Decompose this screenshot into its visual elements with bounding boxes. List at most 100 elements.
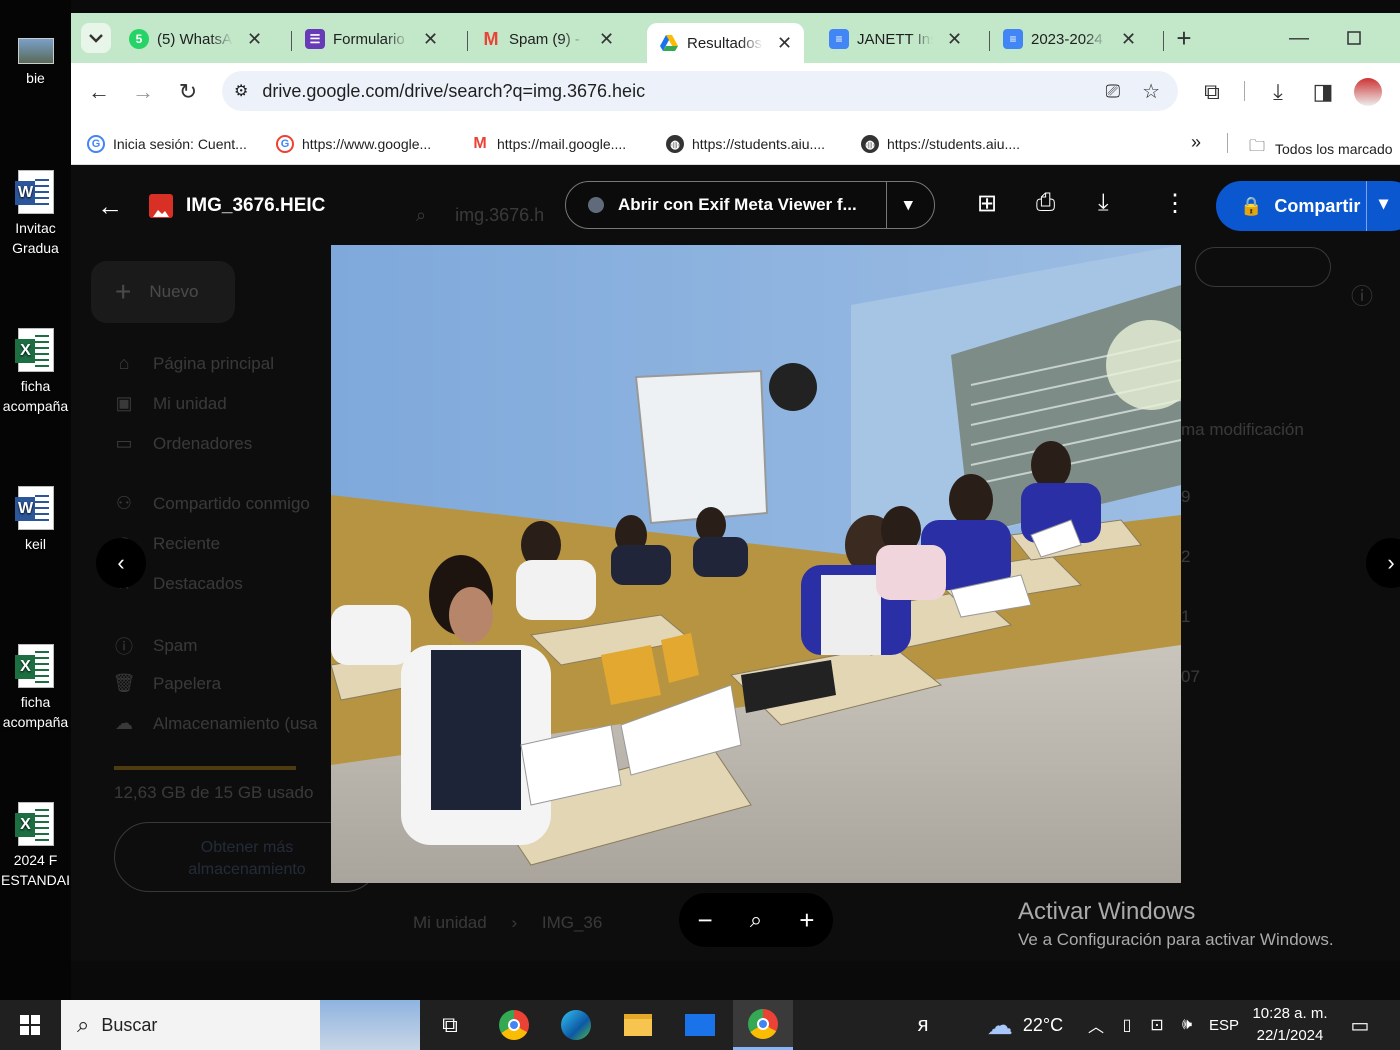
extensions-button[interactable]: ⧉ [1197,77,1227,107]
tab-docs-janett[interactable]: ≡ JANETT Instr ✕ [829,23,962,55]
star-icon[interactable]: ☆ [1142,79,1160,104]
tab-gmail[interactable]: M Spam (9) - br ✕ [481,23,615,55]
minimize-icon: — [1289,26,1309,49]
desktop-icon-excel[interactable]: X ficha acompaña [0,644,71,732]
close-icon[interactable]: ✕ [1121,29,1136,50]
reload-button[interactable]: ↻ [173,77,203,107]
people-button[interactable]: ᴙ [905,1000,941,1050]
site-info-icon[interactable]: ⚙ [234,81,248,101]
taskbar-search[interactable]: ⌕ Buscar [61,1000,420,1050]
bookmark-item[interactable]: G Inicia sesión: Cuent... [87,135,247,153]
nav-computers[interactable]: ▭ Ordenadores [111,433,252,454]
previous-button[interactable]: ‹ [96,538,146,588]
desktop-icon-excel[interactable]: X 2024 F ESTANDAI [0,802,71,890]
tab-title: 2023-2024 IN [1031,30,1107,48]
explorer-taskbar-button[interactable] [618,1000,658,1050]
column-header: ma modificación [1181,420,1304,439]
profile-avatar[interactable] [1354,78,1382,106]
chrome-taskbar-button[interactable] [494,1000,534,1050]
view-toggle[interactable] [1195,247,1331,287]
volume-icon[interactable]: 🕪 [1174,1000,1200,1050]
breadcrumb-item[interactable]: Mi unidad [413,913,487,932]
zoom-reset-button[interactable]: ⌕ [750,907,762,933]
desktop-icon-label: Gradua [12,240,59,256]
bookmark-item[interactable]: ◍ https://students.aiu.... [861,135,1020,153]
caret-down-icon[interactable]: ▾ [1379,193,1388,214]
nav-spam[interactable]: ⓘ Spam [111,633,197,659]
home-icon: ⌂ [118,353,130,373]
install-app-icon[interactable]: ⎚ [1106,81,1120,102]
excel-file-icon: X [14,644,54,688]
image-file-icon [149,194,173,218]
tab-drive-results[interactable]: Resultados d ✕ [647,23,805,63]
notifications-button[interactable]: ▭ [1340,1000,1380,1050]
close-icon[interactable]: ✕ [599,29,614,50]
edge-taskbar-button[interactable] [556,1000,596,1050]
print-icon: ⎙ [1036,189,1056,216]
plus-icon: + [1176,22,1192,53]
nav-shared[interactable]: ⚇ Compartido conmigo [111,493,310,514]
address-bar[interactable]: ⚙ drive.google.com/drive/search?q=img.36… [222,71,1178,111]
task-view-button[interactable]: ⧉ [430,1000,470,1050]
side-panel-button[interactable]: ◨ [1308,77,1338,107]
bookmark-item[interactable]: ◍ https://students.aiu.... [666,135,825,153]
chevron-down-icon [89,34,103,43]
print-button[interactable]: ⎙ [1036,189,1055,217]
more-options-button[interactable]: ⋮ [1163,189,1187,218]
url-text[interactable]: drive.google.com/drive/search?q=img.3676… [262,81,645,102]
mail-taskbar-button[interactable] [680,1000,720,1050]
all-bookmarks-button[interactable]: 🗀 Todos los marcado [1249,135,1393,162]
add-comment-button[interactable]: ⊞ [977,189,997,218]
open-with-button[interactable]: Abrir con Exif Meta Viewer f... ▾ [565,181,935,229]
file-row-date: 9 [1181,487,1191,506]
chrome-active-taskbar-button[interactable] [733,1000,793,1050]
close-icon[interactable]: ✕ [777,33,792,54]
nav-label: Reciente [153,533,221,553]
close-icon[interactable]: ✕ [247,29,262,50]
tab-forms[interactable]: ☰ Formulario d ✕ [305,23,438,55]
tab-separator [291,31,292,51]
back-button[interactable]: ← [84,77,114,107]
downloads-button[interactable]: ⤓ [1263,77,1293,107]
new-tab-button[interactable]: + [1169,23,1199,53]
file-row-date: 1 [1181,607,1191,626]
nav-my-drive[interactable]: ▣ Mi unidad [111,393,226,414]
forward-button[interactable]: → [128,77,158,107]
desktop-icon-word[interactable]: W Invitac Gradua [0,170,71,258]
network-icon[interactable]: ⊡ [1144,1000,1170,1050]
nav-storage[interactable]: ☁ Almacenamiento (usa [111,713,317,734]
close-icon[interactable]: ✕ [947,29,962,50]
zoom-in-button[interactable]: + [799,905,814,936]
maximize-button[interactable] [1339,23,1369,53]
new-button[interactable]: + Nuevo [91,261,235,323]
close-icon[interactable]: ✕ [423,29,438,50]
more-bookmarks-button[interactable]: » [1191,132,1201,153]
nav-trash[interactable]: 🗑 Papelera [111,673,222,694]
language-indicator[interactable]: ESP [1204,1000,1244,1050]
spam-icon: ⓘ [115,637,133,657]
info-icon[interactable]: ⓘ [1351,279,1373,311]
desktop-icon-word[interactable]: W keil [0,486,71,554]
tab-search-button[interactable] [81,23,111,53]
caret-down-icon[interactable]: ▾ [904,195,913,215]
desktop-icon-photo[interactable]: bie [0,38,71,88]
clock[interactable]: 10:28 a. m. 22/1/2024 [1250,1000,1330,1050]
taskbar-search-label: Buscar [101,1014,158,1035]
desktop-icon-excel[interactable]: X ficha acompaña [0,328,71,416]
battery-icon[interactable]: ▯ [1115,1000,1139,1050]
breadcrumb-item[interactable]: IMG_36 [542,913,602,932]
weather-widget[interactable]: ☁ 22°C [975,1000,1075,1050]
tab-whatsapp[interactable]: 5 (5) WhatsApp ✕ [129,23,262,55]
minus-icon: − [697,904,713,935]
close-viewer-button[interactable]: ← [97,191,123,222]
share-button[interactable]: 🔒 Compartir ▾ [1216,181,1400,231]
nav-home[interactable]: ⌂ Página principal [111,353,274,374]
download-button[interactable]: ⤓ [1098,189,1109,217]
bookmark-item[interactable]: G https://www.google... [276,135,431,153]
tab-docs-2023[interactable]: ≡ 2023-2024 IN ✕ [1003,23,1136,55]
show-hidden-icons[interactable]: ︿ [1083,1000,1109,1050]
zoom-out-button[interactable]: − [698,905,713,936]
bookmark-item[interactable]: M https://mail.google.... [471,135,626,153]
start-button[interactable] [0,1000,60,1050]
minimize-button[interactable]: — [1284,23,1314,53]
